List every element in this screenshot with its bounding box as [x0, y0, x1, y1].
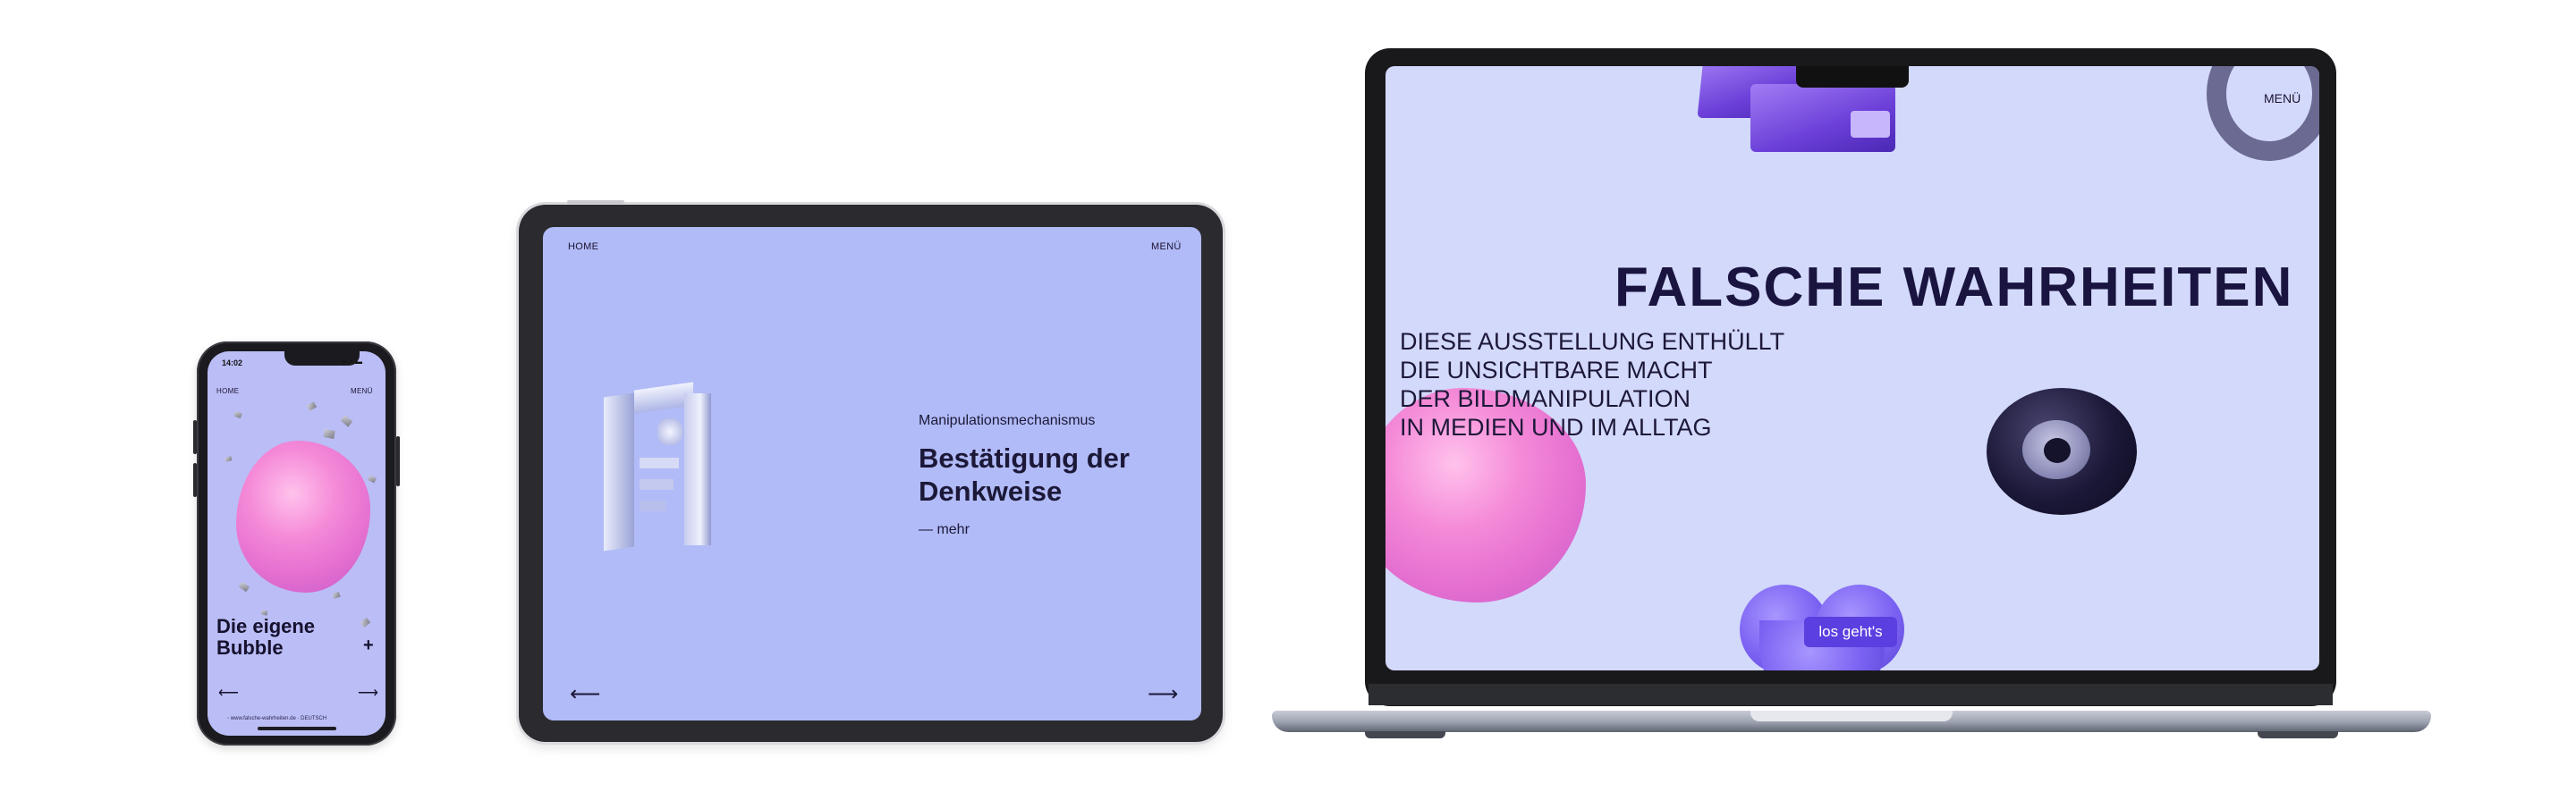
nav-home-link[interactable]: HOME [568, 241, 598, 252]
phone-power-button [396, 436, 400, 486]
shard-graphic [306, 401, 318, 411]
phone-screen: 14:02 ▪▪ ◔ ▬ HOME MENÜ Die eigene Bubble… [208, 351, 386, 736]
more-link[interactable]: — mehr [919, 522, 970, 538]
slide-title-line2: Bubble [216, 636, 284, 659]
shard-graphic [323, 429, 335, 439]
home-indicator [258, 727, 336, 730]
phone-side-button [193, 420, 197, 454]
slide-kicker: Manipulationsmechanismus [919, 413, 1096, 428]
cta-button[interactable]: los geht's [1804, 617, 1897, 647]
phone-side-button [193, 463, 197, 497]
slide-title-line1: Die eigene [216, 615, 316, 637]
arrow-right-icon[interactable]: ⟶ [1148, 681, 1178, 707]
tablet-screen: HOME MENÜ Manipulationsmechanismus Bestä… [543, 227, 1201, 720]
laptop-open-groove [1750, 711, 1953, 721]
laptop-chin [1368, 684, 2333, 705]
shard-graphic [340, 415, 353, 427]
status-icons: ▪▪ ◔ ▬ [342, 358, 362, 366]
laptop-foot [2258, 731, 2338, 738]
hero-subtitle-line: IN MEDIEN UND IM ALLTAG [1400, 414, 1712, 441]
slide-title-line1: Bestätigung der [919, 442, 1130, 474]
shard-graphic [332, 591, 341, 600]
3d-letter-graphic [604, 382, 711, 554]
nav-home-link[interactable]: HOME [216, 387, 239, 395]
arrow-left-icon[interactable]: ⟵ [570, 681, 600, 707]
hero-subtitle-line: DIESE AUSSTELLUNG ENTHÜLLT [1400, 328, 1785, 355]
eye-graphic [1987, 388, 2137, 515]
purple-box-graphic [1851, 111, 1890, 138]
ring-graphic [2207, 66, 2319, 161]
tablet-top-button [567, 200, 624, 204]
laptop-screen: MENÜ FALSCHE WAHRHEITEN DIESE AUSSTELLUN… [1385, 66, 2319, 670]
nav-menu-button[interactable]: MENÜ [1151, 241, 1182, 252]
plus-icon[interactable]: + [363, 636, 374, 656]
shard-graphic [233, 410, 242, 419]
hero-subtitle-line: DER BILDMANIPULATION [1400, 385, 1691, 412]
shard-graphic [225, 456, 233, 462]
slide-title-line2: Denkweise [919, 476, 1063, 507]
nav-menu-button[interactable]: MENÜ [2264, 91, 2301, 105]
arrow-right-icon[interactable]: ⟶ [358, 684, 378, 702]
shard-graphic [238, 581, 250, 593]
nav-menu-button[interactable]: MENÜ [351, 387, 373, 395]
shard-graphic [360, 617, 371, 628]
hero-subtitle: DIESE AUSSTELLUNG ENTHÜLLT DIE UNSICHTBA… [1400, 327, 1784, 442]
status-time: 14:02 [222, 358, 243, 367]
hero-title: FALSCHE WAHRHEITEN [1614, 257, 2294, 318]
arrow-left-icon[interactable]: ⟵ [218, 684, 239, 702]
camera-notch [1796, 66, 1909, 88]
footer-text: ◦ www.falsche-wahrheiten.de · DEUTSCH [227, 716, 327, 721]
shard-graphic [368, 475, 377, 484]
hero-subtitle-line: DIE UNSICHTBARE MACHT [1400, 357, 1713, 383]
pink-bubble-graphic [236, 441, 370, 593]
laptop-foot [1365, 731, 1445, 738]
